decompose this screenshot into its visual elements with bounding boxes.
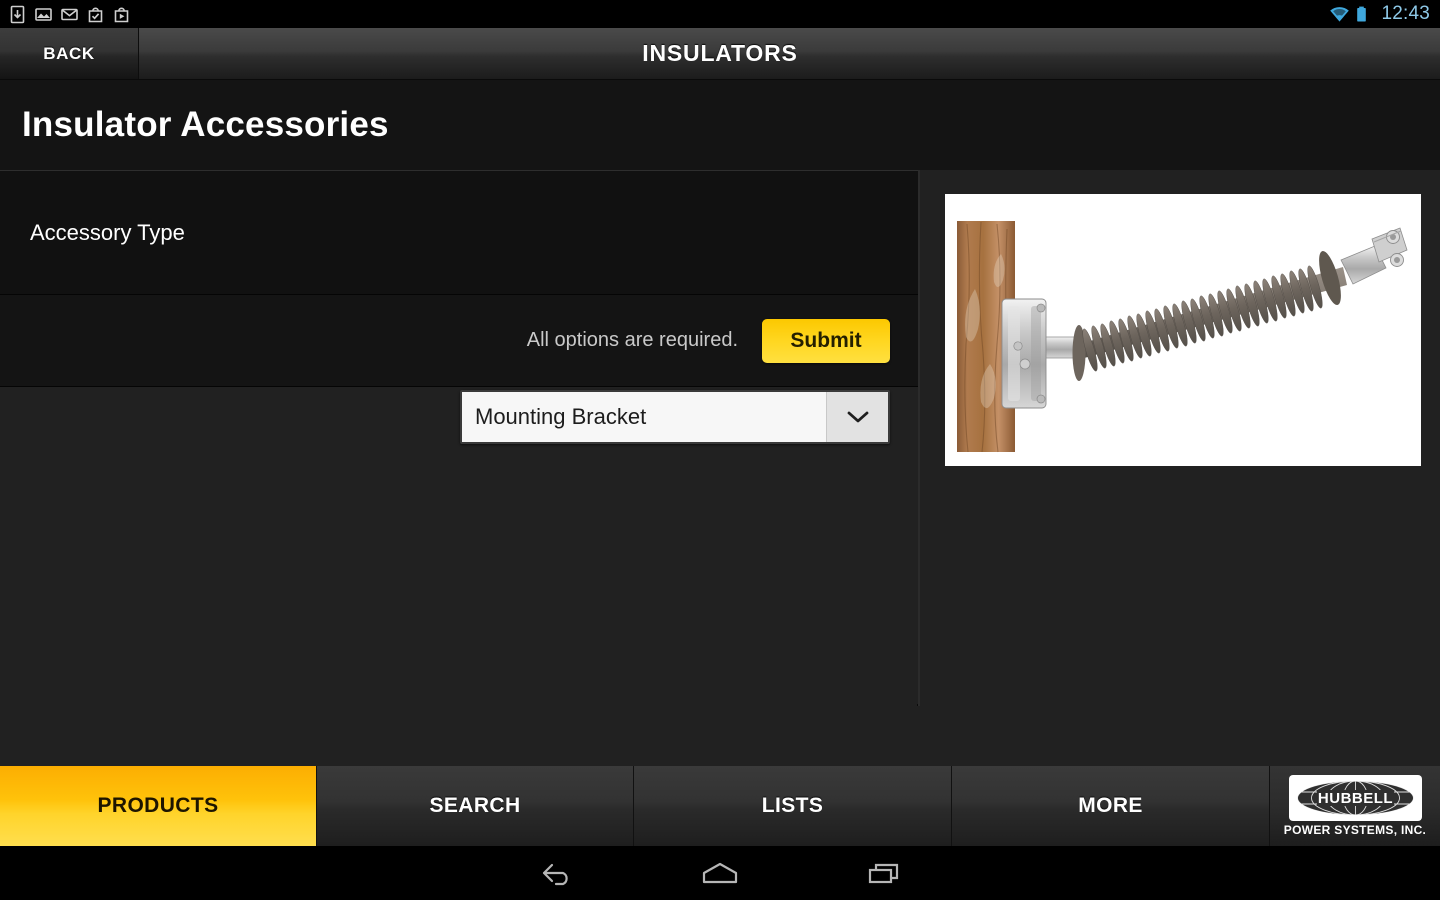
- page-header: Insulator Accessories: [0, 80, 1440, 170]
- tab-more[interactable]: MORE: [952, 766, 1270, 846]
- product-image: [945, 194, 1421, 466]
- submit-button-label: Submit: [790, 328, 862, 352]
- content-area: Accessory Type All options are required.…: [0, 170, 1440, 766]
- tab-products[interactable]: PRODUCTS: [0, 766, 317, 846]
- form-panel: Accessory Type All options are required.…: [0, 170, 918, 706]
- hubbell-logo-subtitle: POWER SYSTEMS, INC.: [1283, 823, 1427, 837]
- tab-search-label: SEARCH: [429, 794, 521, 817]
- accessory-type-row: Accessory Type: [0, 170, 918, 295]
- page-title: Insulator Accessories: [22, 105, 389, 144]
- android-back-icon[interactable]: [528, 853, 584, 893]
- image-panel: [920, 170, 1440, 766]
- tab-products-label: PRODUCTS: [97, 794, 219, 817]
- tab-more-label: MORE: [1078, 794, 1143, 817]
- hubbell-globe-logo: HUBBELL: [1288, 775, 1422, 821]
- download-icon: [8, 5, 27, 24]
- app-root: 12:43 INSULATORS BACK Insulator Accessor…: [0, 0, 1440, 900]
- back-button-label: BACK: [43, 43, 95, 63]
- accessory-type-label: Accessory Type: [30, 219, 185, 245]
- status-notification-icons: [0, 5, 131, 24]
- bottom-tab-bar: PRODUCTS SEARCH LISTS MORE HUBBELL POWER…: [0, 766, 1440, 846]
- android-nav-bar: [0, 846, 1440, 900]
- chevron-down-icon: [826, 392, 888, 442]
- play-store-icon: [86, 5, 105, 24]
- tab-lists[interactable]: LISTS: [634, 766, 952, 846]
- status-clock: 12:43: [1381, 3, 1430, 24]
- tab-search[interactable]: SEARCH: [317, 766, 634, 846]
- gallery-icon: [34, 5, 53, 24]
- back-button[interactable]: BACK: [0, 28, 139, 79]
- hubbell-logo[interactable]: HUBBELL POWER SYSTEMS, INC.: [1270, 766, 1440, 846]
- required-note: All options are required.: [526, 329, 738, 351]
- android-status-bar: 12:43: [0, 0, 1440, 28]
- tab-lists-label: LISTS: [761, 794, 824, 817]
- android-home-icon[interactable]: [692, 853, 748, 893]
- svg-text:HUBBELL: HUBBELL: [1317, 790, 1392, 807]
- battery-icon: [1355, 5, 1374, 24]
- play-movies-icon: [112, 5, 131, 24]
- app-title-bar: INSULATORS BACK: [0, 28, 1440, 80]
- wifi-icon: [1329, 5, 1350, 24]
- status-system-icons: 12:43: [1329, 3, 1440, 25]
- gmail-icon: [60, 5, 79, 24]
- submit-button[interactable]: Submit: [762, 318, 890, 363]
- form-action-row: All options are required. Submit: [0, 295, 918, 387]
- android-recents-icon[interactable]: [856, 853, 912, 893]
- accessory-type-dropdown[interactable]: Mounting Bracket: [460, 390, 890, 444]
- accessory-type-value: Mounting Bracket: [462, 392, 826, 442]
- page-header-title: INSULATORS: [642, 40, 798, 66]
